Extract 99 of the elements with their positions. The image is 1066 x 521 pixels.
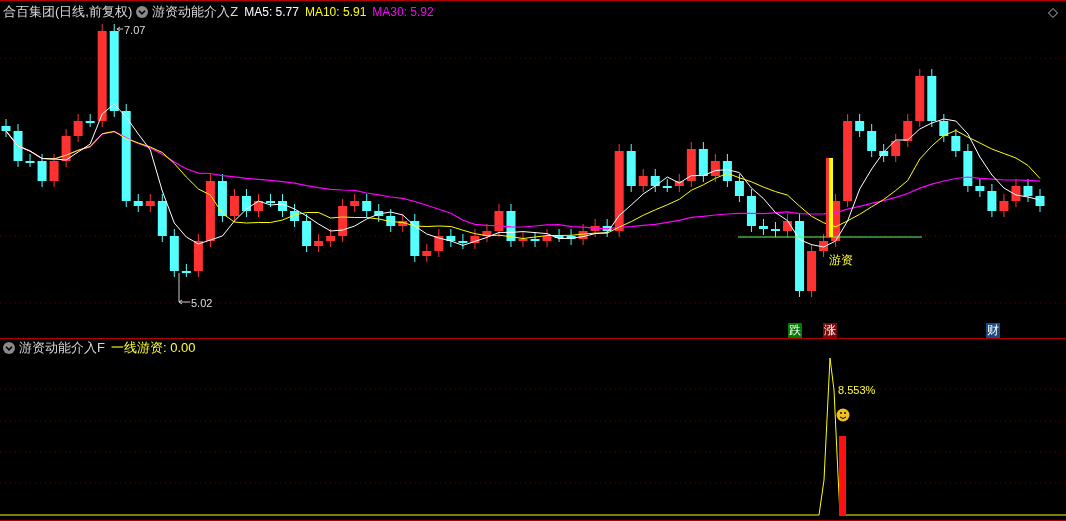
candlestick (807, 243, 817, 298)
dropdown-icon[interactable] (3, 342, 15, 354)
peak-percent-label: 8.553% (838, 383, 876, 398)
diamond-icon[interactable] (1048, 8, 1058, 18)
candlestick (771, 221, 780, 238)
candlestick (61, 128, 71, 168)
candlestick (446, 228, 456, 248)
candlestick (879, 143, 889, 163)
candlestick (674, 173, 684, 193)
candlestick (855, 113, 865, 138)
candlestick (434, 228, 444, 258)
candlestick (650, 168, 660, 193)
candlestick (963, 143, 973, 193)
candlestick (542, 228, 552, 248)
candlestick (867, 123, 877, 158)
candlestick (903, 113, 913, 148)
candlestick (494, 203, 504, 238)
candlestick (927, 68, 937, 128)
candlestick (518, 231, 528, 248)
leader-line (178, 272, 191, 305)
candlestick (145, 193, 155, 213)
signal-marker: 财 (986, 323, 1000, 338)
candlestick (241, 188, 251, 218)
candlestick (698, 141, 708, 183)
candlestick (302, 213, 312, 253)
candlestick (13, 123, 23, 168)
candlestick (25, 153, 35, 168)
candlestick (254, 193, 263, 218)
ma-value: MA10: 5.91 (304, 3, 367, 21)
signal-label: 游资 (829, 252, 853, 269)
candlestick (73, 113, 83, 143)
candlestick (278, 193, 288, 218)
low-price-label: 5.02 (191, 296, 213, 311)
candlestick (722, 153, 732, 188)
candlestick (422, 243, 432, 263)
candlestick (157, 193, 167, 243)
candlestick (181, 263, 191, 278)
signal-marker: 跌 (788, 323, 802, 338)
candlestick (578, 223, 588, 246)
candlestick (686, 141, 696, 188)
candlestick (398, 213, 408, 233)
candlestick (290, 203, 300, 228)
candlestick (554, 228, 564, 243)
candlestick (1023, 178, 1033, 203)
ma-value: MA5: 5.77 (244, 3, 299, 21)
candlestick (891, 133, 901, 163)
candlestick (229, 188, 239, 223)
stock-title: 合百集团(日线,前复权) (3, 2, 133, 21)
candlestick (710, 153, 720, 183)
candlestick (314, 233, 324, 253)
candlestick (1011, 178, 1021, 208)
candlestick (326, 228, 336, 248)
candlestick (999, 193, 1009, 218)
candlestick (783, 213, 792, 238)
candlestick (362, 193, 372, 218)
candlestick (1035, 188, 1045, 213)
candlestick (133, 193, 143, 213)
candlestick (266, 193, 275, 208)
candlestick (915, 68, 925, 128)
ma-value: MA30: 5.92 (372, 3, 434, 21)
candlestick (566, 228, 576, 246)
high-price-label: 7.07 (124, 23, 146, 38)
candlestick (85, 113, 95, 128)
candlestick (193, 233, 203, 278)
indicator-reading: 一线游资: 0.00 (110, 339, 196, 358)
candlestick (734, 173, 744, 203)
candlestick (374, 203, 384, 223)
candlestick (975, 178, 985, 198)
candlestick (1, 118, 11, 138)
indicator-name: 游资动能介入Z (152, 2, 239, 21)
candlestick (638, 168, 648, 193)
indicator-name: 游资动能介入F (19, 339, 105, 358)
candlestick (626, 143, 636, 193)
leader-line (116, 26, 124, 32)
dropdown-icon[interactable] (136, 5, 149, 18)
candlestick (662, 178, 672, 193)
candlestick (458, 233, 468, 250)
candlestick (602, 218, 612, 238)
candlestick (470, 228, 480, 250)
candlestick (350, 193, 360, 213)
candlestick (410, 213, 420, 263)
signal-marker: 涨 (823, 323, 837, 338)
candlestick (49, 153, 59, 188)
candlestick (987, 183, 997, 218)
candlestick (951, 128, 961, 158)
candlestick (819, 233, 829, 258)
candlestick (590, 218, 600, 238)
smiley-icon (836, 408, 850, 422)
candlestick (338, 198, 348, 243)
candlestick (482, 223, 492, 243)
candlestick (37, 153, 47, 188)
candlestick (939, 113, 949, 143)
candlestick (506, 203, 516, 248)
candlestick (746, 188, 756, 233)
candlestick (217, 173, 227, 223)
candlestick (169, 228, 179, 278)
candlestick (386, 208, 396, 233)
candlestick (758, 218, 768, 236)
candlestick (530, 231, 540, 248)
